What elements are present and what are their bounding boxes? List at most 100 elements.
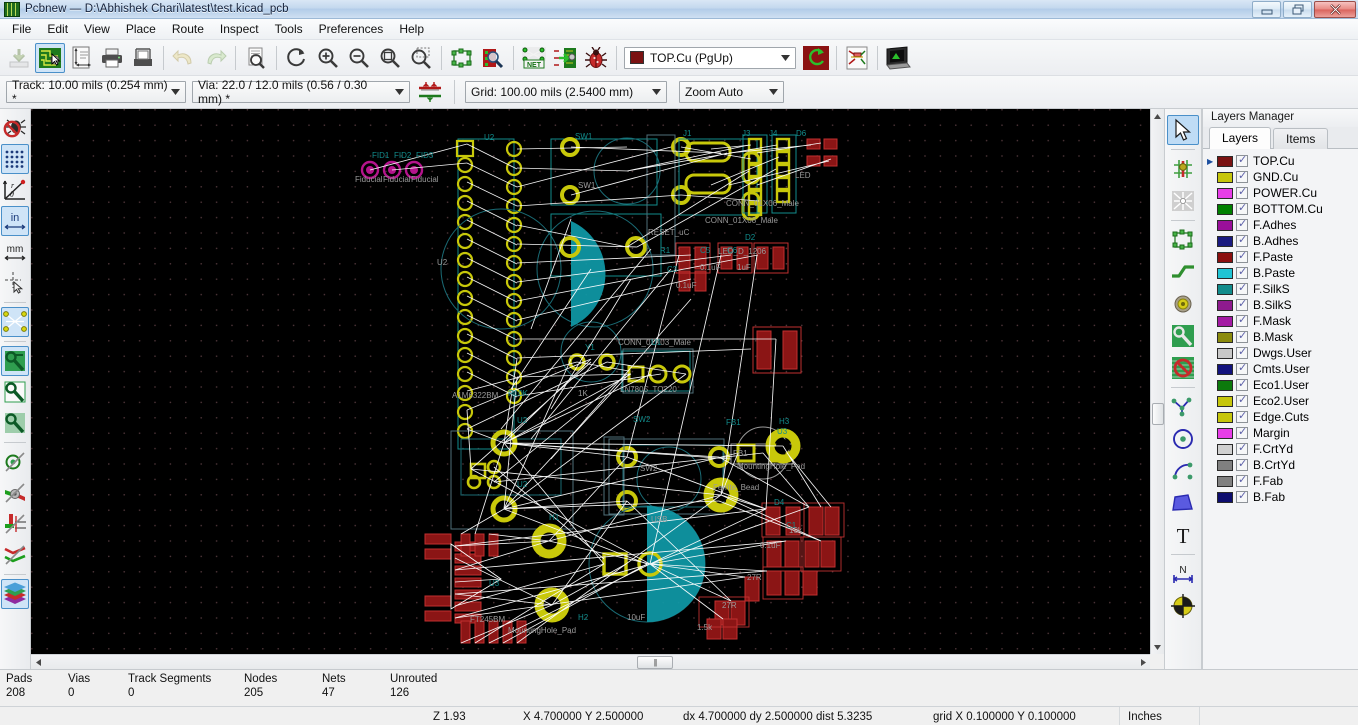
layer-color-swatch[interactable] [1217,363,1233,375]
layer-row[interactable]: ▶ TOP.Cu [1203,153,1358,169]
show-ratsnest-button[interactable] [842,43,872,73]
add-polygon-button[interactable] [1167,392,1199,422]
add-zone-button[interactable] [1167,321,1199,351]
layer-row[interactable]: B.Adhes [1203,233,1358,249]
fill-zones-button[interactable] [1,346,29,376]
add-text-button[interactable]: T [1167,520,1199,550]
track-width-select[interactable]: Track: 10.00 mils (0.254 mm) * [6,78,186,106]
layer-color-swatch[interactable] [1217,299,1233,311]
pads-sketch-button[interactable] [1,447,29,477]
layer-row[interactable]: F.Paste [1203,249,1358,265]
layer-color-swatch[interactable] [1217,347,1233,359]
add-keepout-button[interactable] [1167,353,1199,383]
layer-row[interactable]: POWER.Cu [1203,185,1358,201]
layer-visibility-checkbox[interactable] [1236,346,1248,359]
layer-visibility-checkbox[interactable] [1236,442,1248,455]
grid-select[interactable]: Grid: 100.00 mils (2.5400 mm) [465,81,667,103]
layer-visibility-checkbox[interactable] [1236,266,1248,279]
layer-color-swatch[interactable] [1217,427,1233,439]
layer-visibility-checkbox[interactable] [1236,186,1248,199]
layer-color-swatch[interactable] [1217,171,1233,183]
menu-preferences[interactable]: Preferences [311,20,392,38]
add-dimension-button[interactable]: N [1167,559,1199,589]
add-filled-shape-button[interactable] [1167,488,1199,518]
layer-color-swatch[interactable] [1217,155,1233,167]
chevron-down-icon[interactable] [392,83,407,101]
scroll-left-icon[interactable] [31,655,45,669]
select-tool-button[interactable] [1167,115,1199,145]
menu-tools[interactable]: Tools [267,20,311,38]
layer-row[interactable]: B.CrtYd [1203,457,1358,473]
layer-row[interactable]: F.Mask [1203,313,1358,329]
set-origin-button[interactable] [1167,591,1199,621]
menu-help[interactable]: Help [391,20,432,38]
layer-row[interactable]: F.SilkS [1203,281,1358,297]
pcb-canvas[interactable]: FID1 FID2 FID3 Fiducial Fiducial Fiducial U2 SW… [31,109,1150,654]
drc-off-button[interactable] [1,113,29,143]
track-via-size-button[interactable] [416,77,444,107]
close-button[interactable] [1314,1,1356,18]
layer-row[interactable]: GND.Cu [1203,169,1358,185]
zoom-fit-button[interactable] [375,43,405,73]
layer-visibility-checkbox[interactable] [1236,394,1248,407]
via-size-select[interactable]: Via: 22.0 / 12.0 mils (0.56 / 0.30 mm) * [192,78,410,106]
units-inches-button[interactable]: in [1,206,29,236]
layer-color-swatch[interactable] [1217,283,1233,295]
menu-view[interactable]: View [76,20,118,38]
highlight-net-tool-button[interactable] [1167,154,1199,184]
plot-button[interactable] [128,43,158,73]
toggle-grid-button[interactable] [1,144,29,174]
layer-color-swatch[interactable] [1217,331,1233,343]
menu-edit[interactable]: Edit [39,20,76,38]
layer-row[interactable]: Cmts.User [1203,361,1358,377]
layer-color-swatch[interactable] [1217,251,1233,263]
layer-color-swatch[interactable] [1217,459,1233,471]
layer-visibility-checkbox[interactable] [1236,458,1248,471]
polar-coords-button[interactable]: r θ [1,175,29,205]
horizontal-scroll-thumb[interactable]: ||| [637,655,673,669]
layer-visibility-checkbox[interactable] [1236,154,1248,167]
zoom-area-button[interactable] [406,43,436,73]
layer-color-swatch[interactable] [1217,475,1233,487]
show-ratsnest-button[interactable] [1,307,29,337]
layer-color-swatch[interactable] [1217,187,1233,199]
layer-color-swatch[interactable] [1217,395,1233,407]
update-pcb-button[interactable] [550,43,580,73]
layer-visibility-checkbox[interactable] [1236,378,1248,391]
add-arc-button[interactable] [1167,456,1199,486]
add-via-button[interactable] [1167,289,1199,319]
netlist-button[interactable]: NET [519,43,549,73]
route-track-button[interactable] [1167,257,1199,287]
view-3d-button[interactable] [883,43,913,73]
canvas-vertical-scrollbar[interactable] [1150,109,1164,654]
canvas-horizontal-scrollbar[interactable]: ||| [31,654,1150,669]
layer-color-swatch[interactable] [1217,411,1233,423]
hv45-mode-button[interactable] [1,540,29,570]
layer-color-swatch[interactable] [1217,315,1233,327]
chevron-down-icon[interactable] [777,49,793,67]
layer-manager-toggle-button[interactable] [1,579,29,609]
board-setup-button[interactable] [35,42,65,73]
minimize-button[interactable] [1252,1,1281,18]
zoom-select[interactable]: Zoom Auto [679,81,784,103]
layer-visibility-checkbox[interactable] [1236,282,1248,295]
layer-visibility-checkbox[interactable] [1236,410,1248,423]
layer-row[interactable]: Eco1.User [1203,377,1358,393]
tracks-sketch-button[interactable] [1,509,29,539]
layer-row[interactable]: B.SilkS [1203,297,1358,313]
menu-route[interactable]: Route [164,20,212,38]
drc-button[interactable] [581,43,611,73]
layer-color-swatch[interactable] [1217,203,1233,215]
highlight-net-button[interactable] [801,43,831,73]
active-layer-select[interactable]: TOP.Cu (PgUp) [624,46,796,69]
layer-visibility-checkbox[interactable] [1236,170,1248,183]
layer-visibility-checkbox[interactable] [1236,218,1248,231]
layer-row[interactable]: B.Mask [1203,329,1358,345]
layer-row[interactable]: B.Fab [1203,489,1358,505]
tab-items[interactable]: Items [1273,128,1329,149]
chevron-down-icon[interactable] [648,83,664,101]
scroll-right-icon[interactable] [1136,655,1150,669]
menu-inspect[interactable]: Inspect [212,20,267,38]
layer-row[interactable]: BOTTOM.Cu [1203,201,1358,217]
layer-visibility-checkbox[interactable] [1236,362,1248,375]
